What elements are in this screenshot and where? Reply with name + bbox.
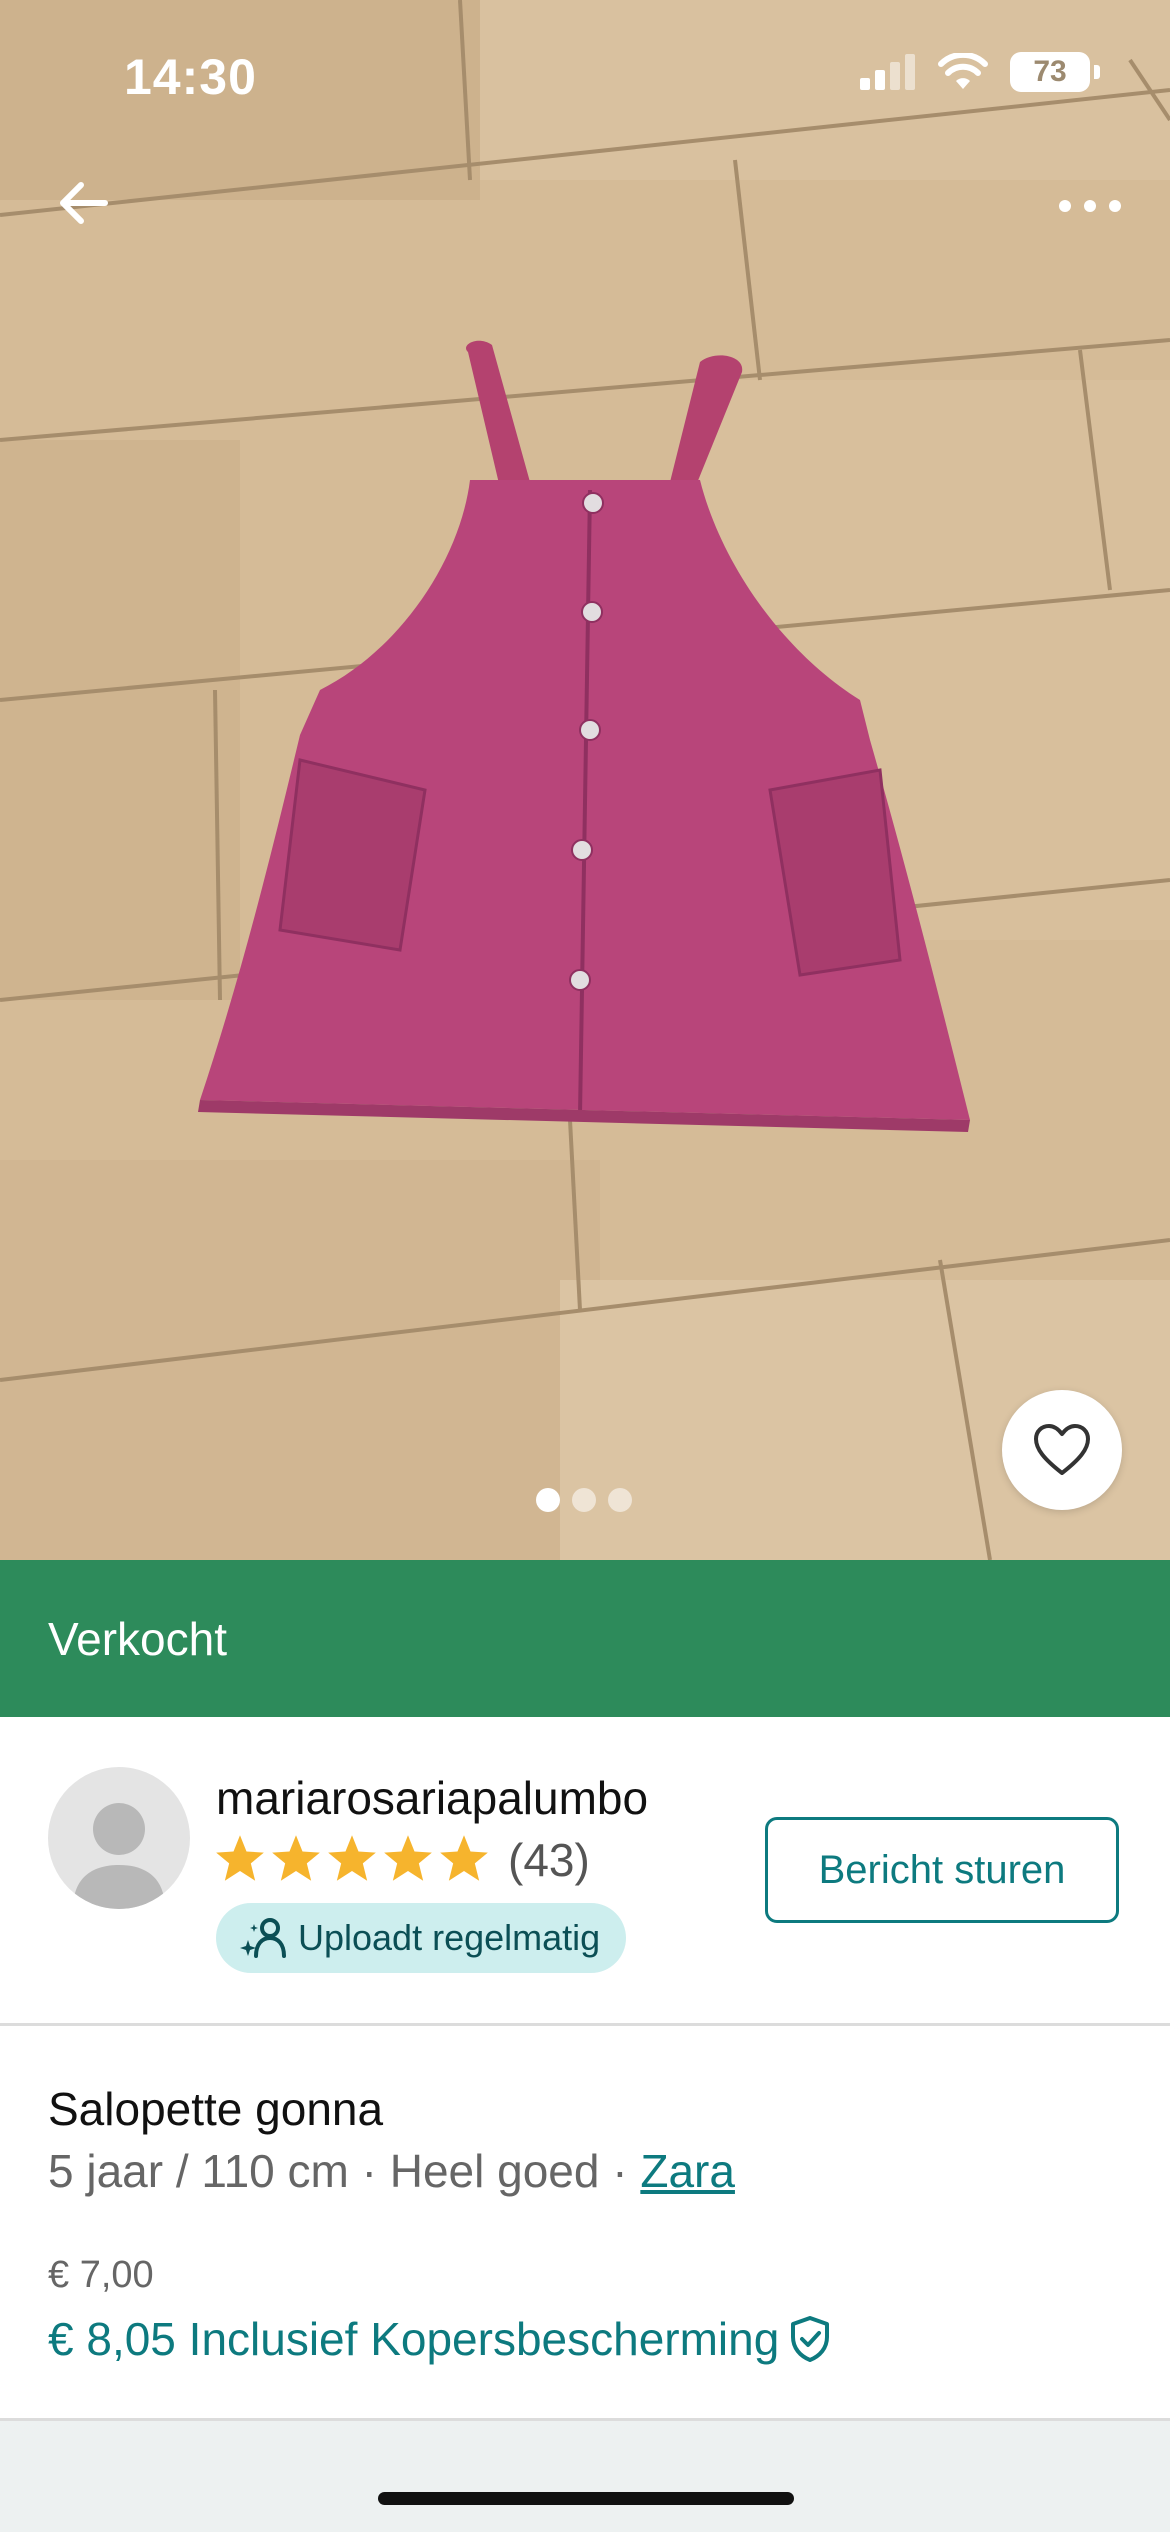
seller-name[interactable]: mariarosariapalumbo: [216, 1771, 648, 1825]
meta-separator: ·: [348, 2145, 390, 2197]
user-placeholder-icon: [73, 1803, 165, 1909]
rating-stars: [214, 1833, 490, 1883]
pagination-dot-3[interactable]: [608, 1488, 632, 1512]
pagination-dot-1[interactable]: [536, 1488, 560, 1512]
favorite-button[interactable]: [1002, 1390, 1122, 1510]
item-title: Salopette gonna: [48, 2083, 384, 2135]
floor-tiles-image: [0, 0, 1170, 1560]
meta-separator: ·: [599, 2145, 641, 2197]
photo-pagination[interactable]: [536, 1488, 632, 1512]
battery-indicator: 73: [1010, 52, 1090, 92]
battery-cap: [1094, 65, 1100, 79]
back-button[interactable]: [48, 168, 118, 238]
wifi-icon: [938, 53, 988, 89]
send-message-button[interactable]: Bericht sturen: [765, 1817, 1119, 1923]
more-options-button[interactable]: [1050, 176, 1130, 236]
star-icon: [216, 1835, 264, 1881]
item-size: 5 jaar / 110 cm: [48, 2145, 349, 2197]
send-message-label: Bericht sturen: [818, 1847, 1066, 1892]
price-total-label: € 8,05 Inclusief Kopersbescherming: [48, 2313, 780, 2365]
footer-area: [0, 2421, 1170, 2532]
shield-check-icon: [791, 2316, 830, 2362]
star-icon: [328, 1835, 376, 1881]
item-price: € 7,00: [48, 2254, 154, 2296]
item-condition: Heel goed: [389, 2145, 600, 2197]
frequent-uploader-badge: Uploadt regelmatig: [216, 1903, 627, 1973]
star-icon: [272, 1835, 320, 1881]
status-time: 14:30: [124, 49, 257, 105]
battery-level: 73: [1033, 55, 1067, 88]
sparkle-user-icon: [240, 1918, 286, 1958]
item-attributes: 5 jaar / 110 cm · Heel goed · Zara: [48, 2144, 735, 2198]
heart-icon: [1034, 1424, 1090, 1475]
item-details: Salopette gonna 5 jaar / 110 cm · Heel g…: [0, 2026, 1170, 2418]
signal-icon: [860, 54, 915, 90]
sold-label: Verkocht: [48, 1612, 227, 1665]
star-icon: [384, 1835, 432, 1881]
product-photo[interactable]: 14:30 73: [0, 0, 1170, 1560]
rating-count[interactable]: (43): [508, 1833, 590, 1887]
home-indicator[interactable]: [378, 2492, 794, 2505]
price-with-protection[interactable]: € 8,05 Inclusief Kopersbescherming: [48, 2312, 831, 2366]
sold-banner: Verkocht: [0, 1560, 1170, 1717]
badge-label: Uploadt regelmatig: [298, 1917, 601, 1958]
arrow-left-icon: [60, 182, 108, 224]
pagination-dot-2[interactable]: [572, 1488, 596, 1512]
status-bar: 14:30 73: [0, 0, 1170, 150]
avatar[interactable]: [48, 1767, 190, 1909]
star-icon: [440, 1835, 488, 1881]
status-icons: 73: [860, 52, 1100, 92]
more-dots-icon: [1059, 200, 1121, 212]
seller-section[interactable]: mariarosariapalumbo (43) Uploadt regelma…: [0, 1717, 1170, 2023]
brand-link[interactable]: Zara: [640, 2145, 735, 2197]
